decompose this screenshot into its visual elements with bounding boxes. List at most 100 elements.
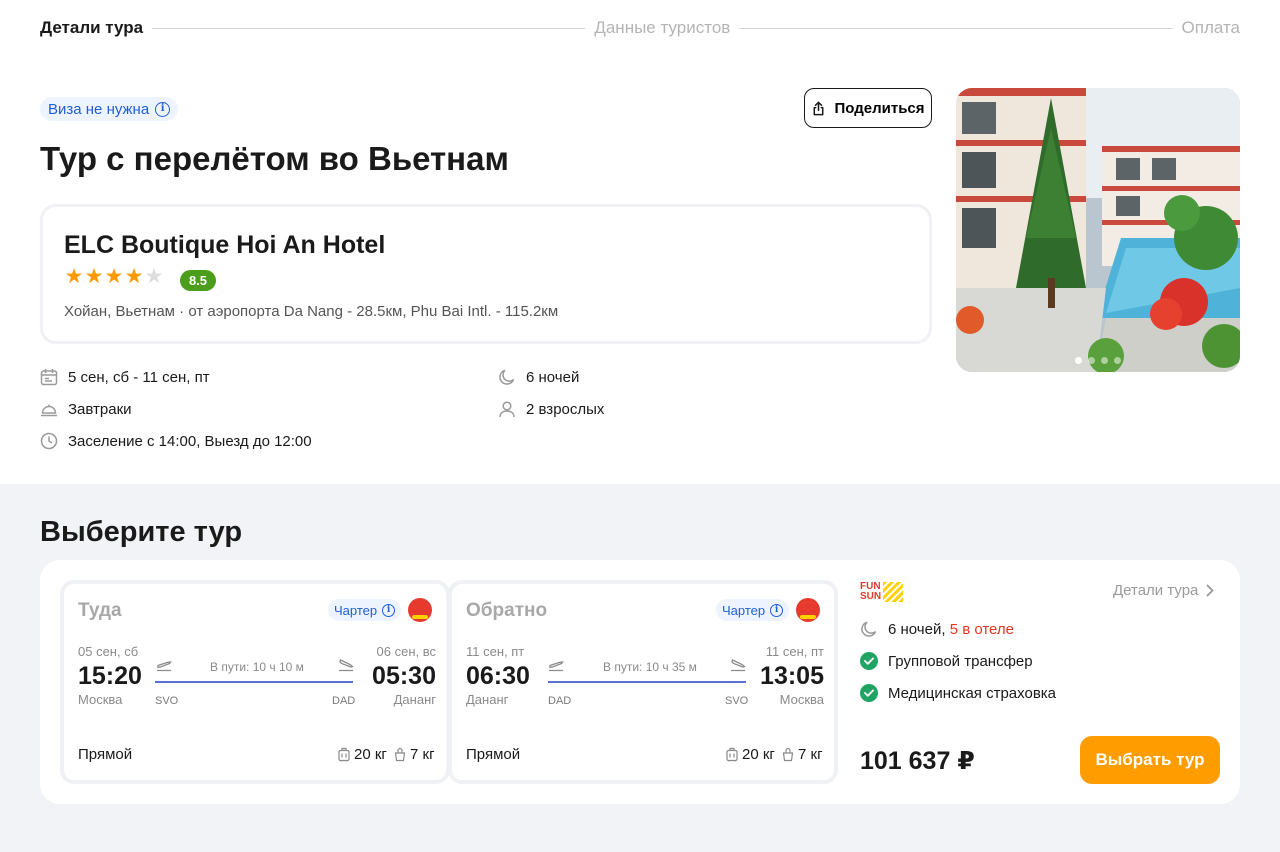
handbag-icon [782,747,794,762]
departure-airport-code: SVO [155,695,179,707]
departure-time: 06:30 [466,662,530,690]
step-tour-details: Детали тура [40,18,144,37]
star-icon: ★ [124,265,144,288]
flight-return[interactable]: Обратно Чартер i 11 сен, пт 06:30 Дананг… [448,580,838,784]
arrival-date: 11 сен, пт [765,644,824,659]
departure-city: Москва [78,692,123,707]
offer-feature: Медицинская страховка [860,684,1056,702]
hand-luggage-allowance: 7 кг [782,746,823,763]
person-icon [498,400,516,418]
photo-pagination [956,357,1240,364]
tour-details-link[interactable]: Детали тура [1113,582,1214,599]
meals-row: Завтраки [40,400,132,418]
takeoff-icon [549,661,564,672]
charter-label: Чартер [722,602,766,618]
baggage-weight: 20 кг [742,746,775,763]
airline-logo-icon [796,598,820,622]
rating-badge: 8.5 [180,270,216,291]
landing-icon [339,659,354,672]
checkin-value: Заселение с 14:00, Выезд до 12:00 [68,432,312,450]
baggage-allowance: 20 кг [338,746,387,763]
offer-feature: Групповой трансфер [860,652,1033,670]
arrival-time: 13:05 [760,662,824,690]
page-title: Тур с перелётом во Вьетнам [40,140,509,177]
guests-row: 2 взрослых [498,400,604,418]
share-button[interactable]: Поделиться [804,88,932,128]
hotel-stars: ★ ★ ★ ★ ★ [64,265,164,289]
select-tour-button[interactable]: Выбрать тур [1080,736,1220,784]
hand-luggage-weight: 7 кг [410,746,435,763]
offer-feature-label: Групповой трансфер [888,652,1033,670]
arrival-time: 05:30 [372,662,436,690]
info-icon[interactable]: i [382,603,396,617]
pagination-dot[interactable] [1088,357,1095,364]
visa-badge: Виза не нужна i [40,97,179,121]
flight-outbound[interactable]: Туда Чартер i 05 сен, сб 15:20 Москва В … [60,580,450,784]
nights-value: 6 ночей [526,368,580,386]
charter-label: Чартер [334,602,378,618]
hand-luggage-allowance: 7 кг [394,746,435,763]
flight-direction: Обратно [466,600,548,621]
flight-stops: Прямой [78,746,133,763]
moon-icon [498,368,516,386]
hotel-photo-image [956,88,1240,372]
departure-date: 11 сен, пт [466,644,525,659]
arrival-date: 06 сен, вс [376,644,436,659]
hand-luggage-weight: 7 кг [798,746,823,763]
info-icon[interactable]: i [155,101,171,117]
nights-row: 6 ночей [498,368,579,386]
step-payment: Оплата [1181,18,1241,37]
operator-logo-text: FUN SUN [860,581,882,602]
handbag-icon [394,747,406,762]
tour-offer-card: Туда Чартер i 05 сен, сб 15:20 Москва В … [40,560,1240,804]
landing-icon [731,659,746,672]
info-icon[interactable]: i [770,603,784,617]
offer-hotel-nights: 5 в отеле [949,620,1014,638]
charter-badge: Чартер i [716,599,790,621]
departure-time: 15:20 [78,662,142,690]
star-icon: ★ [64,265,84,288]
flight-stops: Прямой [466,746,521,763]
arrival-airport-code: DAD [332,695,356,707]
flight-duration: В пути: 10 ч 10 м [210,660,304,674]
dates-row: 5 сен, сб - 11 сен, пт [40,368,210,386]
arrival-city: Москва [779,692,824,707]
dates-value: 5 сен, сб - 11 сен, пт [68,368,210,386]
star-icon: ★ [104,265,124,288]
share-icon [814,101,824,115]
flight-direction: Туда [78,600,122,621]
moon-icon [861,621,877,637]
step-divider [739,27,1173,29]
meals-value: Завтраки [68,400,132,418]
hotel-name[interactable]: ELC Boutique Hoi An Hotel [64,231,385,260]
flight-route-line [548,681,746,683]
step-tourist-data: Данные туристов [594,18,731,37]
clock-icon [40,432,58,450]
offer-nights: 6 ночей, 5 в отеле [860,620,1014,638]
pagination-dot[interactable] [1114,357,1121,364]
pagination-dot[interactable] [1101,357,1108,364]
guests-value: 2 взрослых [526,400,605,418]
tour-price: 101 637 ₽ [860,747,975,775]
takeoff-icon [157,661,172,672]
departure-date: 05 сен, сб [78,644,139,659]
flight-duration: В пути: 10 ч 35 м [603,660,697,674]
suitcase-icon [726,747,738,762]
hotel-photo[interactable] [956,88,1240,372]
section-title: Выберите тур [40,516,243,548]
star-icon: ★ [84,265,104,288]
operator-logo-mark-icon [883,582,904,602]
visa-badge-label: Виза не нужна [48,100,150,118]
step-divider [152,27,586,29]
food-cloche-icon [40,400,58,418]
baggage-allowance: 20 кг [726,746,775,763]
offer-feature-label: Медицинская страховка [888,684,1057,702]
departure-airport-code: DAD [548,695,572,707]
arrival-city: Дананг [393,692,436,707]
tour-details-link-label: Детали тура [1113,582,1199,599]
checkin-row: Заселение с 14:00, Выезд до 12:00 [40,432,312,450]
pagination-dot[interactable] [1075,357,1082,364]
check-circle-icon [860,684,878,702]
offer-nights-value: 6 ночей, [888,620,946,638]
flight-route-line [155,681,353,683]
